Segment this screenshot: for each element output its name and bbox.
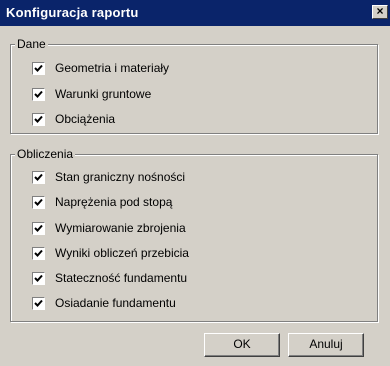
report-config-dialog: Konfiguracja raportu × Dane Geometria i … <box>0 0 390 366</box>
checkbox-label: Obciążenia <box>55 112 116 126</box>
checkmark-icon <box>34 249 43 257</box>
checkbox-wymiarowanie[interactable]: Wymiarowanie zbrojenia <box>32 220 186 236</box>
group-obliczenia-label: Obliczenia <box>15 147 76 161</box>
checkbox-statecznosc[interactable]: Stateczność fundamentu <box>32 270 187 286</box>
checkbox-naprezenia[interactable]: Naprężenia pod stopą <box>32 194 172 210</box>
checkbox-box[interactable] <box>32 112 45 126</box>
checkbox-box[interactable] <box>32 246 45 260</box>
group-dane-label: Dane <box>15 37 48 51</box>
checkbox-label: Geometria i materiały <box>55 61 170 75</box>
checkbox-przebicie[interactable]: Wyniki obliczeń przebicia <box>32 245 189 261</box>
checkmark-icon <box>34 90 43 98</box>
checkbox-box[interactable] <box>32 87 45 101</box>
ok-button[interactable]: OK <box>204 333 280 357</box>
close-button[interactable]: × <box>372 5 388 19</box>
checkbox-box[interactable] <box>32 221 45 235</box>
checkbox-label: Warunki gruntowe <box>55 87 152 101</box>
checkmark-icon <box>34 173 43 181</box>
checkbox-label: Stateczność fundamentu <box>55 271 188 285</box>
title-bar[interactable]: Konfiguracja raportu × <box>0 0 390 26</box>
checkbox-box[interactable] <box>32 170 45 184</box>
checkbox-label: Osiadanie fundamentu <box>55 296 176 310</box>
checkbox-label: Wyniki obliczeń przebicia <box>55 246 189 260</box>
checkmark-icon <box>34 224 43 232</box>
checkbox-obciazenia[interactable]: Obciążenia <box>32 111 115 127</box>
checkbox-label: Wymiarowanie zbrojenia <box>55 221 186 235</box>
close-icon: × <box>376 4 384 18</box>
checkbox-label: Stan graniczny nośności <box>55 170 186 184</box>
checkmark-icon <box>34 274 43 282</box>
checkmark-icon <box>34 115 43 123</box>
checkbox-warunki-gruntowe[interactable]: Warunki gruntowe <box>32 86 151 102</box>
checkbox-osiadanie[interactable]: Osiadanie fundamentu <box>32 295 176 311</box>
checkbox-box[interactable] <box>32 271 45 285</box>
checkbox-box[interactable] <box>32 61 45 75</box>
checkbox-stan-graniczny[interactable]: Stan graniczny nośności <box>32 169 185 185</box>
checkbox-geometria[interactable]: Geometria i materiały <box>32 60 169 76</box>
checkbox-box[interactable] <box>32 195 45 209</box>
checkmark-icon <box>34 299 43 307</box>
checkmark-icon <box>34 64 43 72</box>
checkbox-box[interactable] <box>32 296 45 310</box>
window-title: Konfiguracja raportu <box>6 5 139 20</box>
checkbox-label: Naprężenia pod stopą <box>55 195 173 209</box>
cancel-button[interactable]: Anuluj <box>288 333 364 357</box>
checkmark-icon <box>34 198 43 206</box>
